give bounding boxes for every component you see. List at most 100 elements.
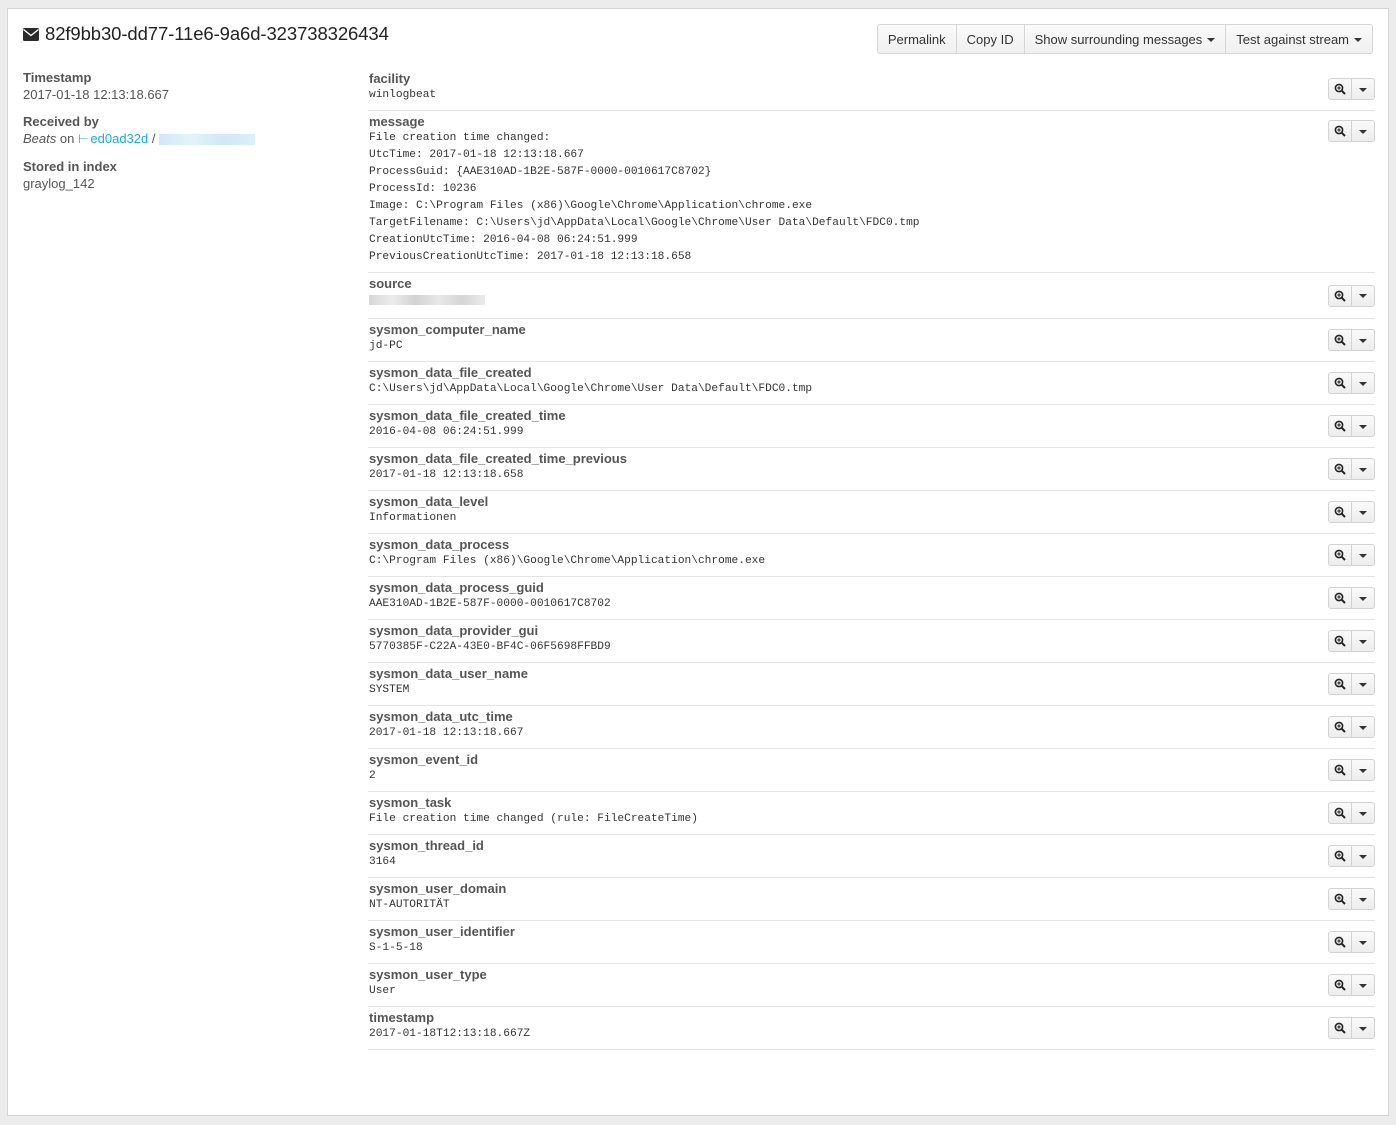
caret-down-icon	[1359, 294, 1367, 298]
field-value: 3164	[369, 856, 396, 868]
field-search-button[interactable]	[1328, 415, 1352, 437]
caret-down-icon	[1359, 381, 1367, 386]
field-row: sysmon_data_utc_time 2017-01-18 12:13:18.…	[368, 706, 1375, 749]
field-name: sysmon_data_file_created_time	[369, 408, 566, 423]
field-actions	[1328, 284, 1375, 307]
search-plus-icon	[1334, 125, 1346, 137]
field-menu-button[interactable]	[1351, 974, 1375, 996]
message-detail-panel: 82f9bb30-dd77-11e6-9a6d-323738326434 Per…	[7, 8, 1389, 1116]
redacted-value	[369, 295, 485, 305]
field-menu-button[interactable]	[1351, 501, 1375, 523]
field-row: message File creation time changed: UtcTi…	[368, 111, 1375, 273]
field-actions	[1328, 120, 1375, 142]
search-plus-icon	[1334, 592, 1346, 604]
node-link[interactable]: ⊢ ed0ad32d	[78, 131, 148, 146]
caret-down-icon	[1359, 338, 1367, 343]
field-name: sysmon_data_level	[369, 494, 489, 509]
field-menu-button[interactable]	[1351, 673, 1375, 695]
field-row: sysmon_user_domain NT-AUTORITÄT	[368, 878, 1375, 921]
field-actions	[1328, 458, 1375, 480]
caret-down-icon	[1359, 811, 1367, 816]
field-search-button[interactable]	[1328, 716, 1352, 738]
field-actions	[1328, 888, 1375, 910]
field-search-button[interactable]	[1328, 120, 1352, 142]
field-actions	[1328, 501, 1375, 523]
field-search-button[interactable]	[1328, 458, 1352, 480]
field-menu-button[interactable]	[1351, 1017, 1375, 1039]
field-row: sysmon_thread_id 3164	[368, 835, 1375, 878]
field-search-button[interactable]	[1328, 759, 1352, 781]
field-menu-button[interactable]	[1351, 372, 1375, 394]
stored-index-value: graylog_142	[23, 176, 95, 191]
field-menu-button[interactable]	[1351, 329, 1375, 351]
search-plus-icon	[1334, 936, 1346, 948]
field-row: sysmon_user_identifier S-1-5-18	[368, 921, 1375, 964]
field-search-button[interactable]	[1328, 888, 1352, 910]
search-plus-icon	[1334, 850, 1346, 862]
field-menu-button[interactable]	[1351, 845, 1375, 867]
field-name: sysmon_user_type	[369, 967, 487, 982]
field-search-button[interactable]	[1328, 673, 1352, 695]
field-search-button[interactable]	[1328, 931, 1352, 953]
field-value: C:\Users\jd\AppData\Local\Google\Chrome\…	[369, 383, 813, 395]
field-menu-button[interactable]	[1351, 284, 1375, 307]
search-plus-icon	[1334, 807, 1346, 819]
field-value: winlogbeat	[369, 89, 437, 101]
envelope-icon	[23, 27, 39, 41]
caret-down-icon	[1354, 37, 1362, 42]
field-name: sysmon_task	[369, 795, 452, 810]
field-search-button[interactable]	[1328, 630, 1352, 652]
message-toolbar: Permalink Copy ID Show surrounding messa…	[876, 24, 1373, 54]
test-stream-label: Test against stream	[1236, 31, 1349, 47]
caret-down-icon	[1359, 897, 1367, 902]
field-search-button[interactable]	[1328, 78, 1352, 100]
field-search-button[interactable]	[1328, 974, 1352, 996]
field-name: source	[369, 276, 412, 291]
field-search-button[interactable]	[1328, 284, 1352, 307]
field-actions	[1328, 802, 1375, 824]
field-search-button[interactable]	[1328, 587, 1352, 609]
field-menu-button[interactable]	[1351, 931, 1375, 953]
field-menu-button[interactable]	[1351, 630, 1375, 652]
redacted-input-link[interactable]	[159, 134, 256, 146]
field-value: C:\Program Files (x86)\Google\Chrome\App…	[369, 555, 766, 567]
field-menu-button[interactable]	[1351, 415, 1375, 437]
search-plus-icon	[1334, 721, 1346, 733]
field-name: sysmon_data_file_created	[369, 365, 532, 380]
field-menu-button[interactable]	[1351, 458, 1375, 480]
caret-down-icon	[1359, 424, 1367, 429]
field-menu-button[interactable]	[1351, 544, 1375, 566]
show-surrounding-button[interactable]: Show surrounding messages	[1023, 24, 1227, 54]
field-search-button[interactable]	[1328, 845, 1352, 867]
field-value: 2017-01-18 12:13:18.658	[369, 469, 524, 481]
search-plus-icon	[1334, 979, 1346, 991]
field-menu-button[interactable]	[1351, 78, 1375, 100]
field-search-button[interactable]	[1328, 372, 1352, 394]
field-value: SYSTEM	[369, 684, 410, 696]
field-menu-button[interactable]	[1351, 587, 1375, 609]
received-on-text: on	[59, 131, 75, 146]
permalink-button[interactable]: Permalink	[876, 24, 957, 54]
field-search-button[interactable]	[1328, 1017, 1352, 1039]
field-menu-button[interactable]	[1351, 759, 1375, 781]
field-value: 2	[369, 770, 376, 782]
field-search-button[interactable]	[1328, 501, 1352, 523]
field-search-button[interactable]	[1328, 329, 1352, 351]
field-row: source	[368, 273, 1375, 319]
field-actions	[1328, 372, 1375, 394]
field-actions	[1328, 78, 1375, 100]
field-value: 2017-01-18 12:13:18.667	[369, 727, 524, 739]
search-plus-icon	[1334, 290, 1346, 302]
test-stream-button[interactable]: Test against stream	[1225, 24, 1373, 54]
field-search-button[interactable]	[1328, 802, 1352, 824]
field-menu-button[interactable]	[1351, 120, 1375, 142]
copy-id-button[interactable]: Copy ID	[955, 24, 1025, 54]
field-row: sysmon_computer_name jd-PC	[368, 319, 1375, 362]
caret-down-icon	[1207, 37, 1216, 42]
field-value: S-1-5-18	[369, 942, 423, 954]
field-search-button[interactable]	[1328, 544, 1352, 566]
field-menu-button[interactable]	[1351, 888, 1375, 910]
field-value: 5770385F-C22A-43E0-BF4C-06F5698FFBD9	[369, 641, 611, 653]
field-menu-button[interactable]	[1351, 716, 1375, 738]
field-menu-button[interactable]	[1351, 802, 1375, 824]
